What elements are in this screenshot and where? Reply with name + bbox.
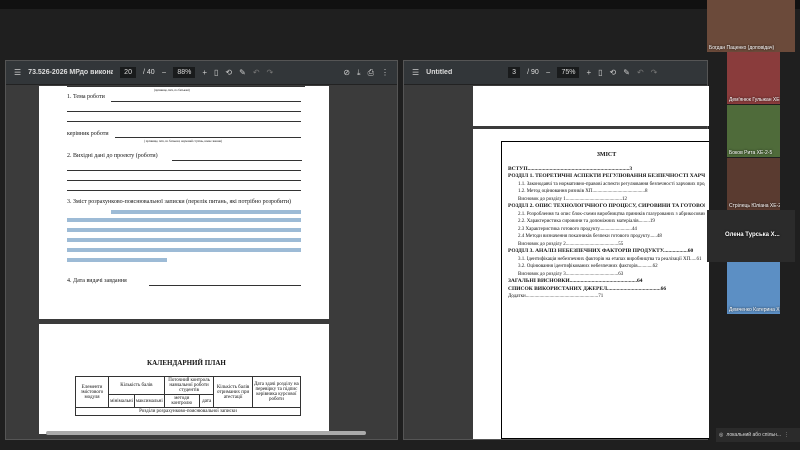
right-pdf-viewer: ☰ Untitled 3 / 90 − 75% + ▯ ⟲ ✎ ↶ ↷ ЗМІСТ… [403,60,709,440]
topic-label: 1. Тема роботи [67,94,105,100]
fit-page-icon[interactable]: ▯ [598,68,602,77]
toc-frame: ЗМІСТ ВСТУП.............................… [501,141,709,439]
undo-icon[interactable]: ↶ [253,68,260,77]
page-count: / 40 [142,69,155,76]
toc-entry: РОЗДІЛ 1. ТЕОРЕТИЧНІ АСПЕКТИ РЕГУЛЮВАННЯ… [508,173,705,179]
toc-entry: 2.3 Характеристика готового продукту....… [518,226,637,232]
left-pdf-viewer: ☰ 73.526-2026 МРдо викона... 20 / 40 − 88… [5,60,398,440]
viewer-toolbar: ☰ Untitled 3 / 90 − 75% + ▯ ⟲ ✎ ↶ ↷ [404,61,707,85]
zoom-in-icon[interactable]: + [202,68,207,77]
redo-icon[interactable]: ↷ [267,68,274,77]
download-icon[interactable]: ⤓ [357,68,361,78]
fit-page-icon[interactable]: ▯ [214,68,218,77]
participant-name: Дем'янюк Гульжан XE-2-5 [729,97,780,103]
top-bar [0,0,800,9]
pdf-page: КАЛЕНДАРНИЙ ПЛАН Елементи змістового мод… [39,324,329,434]
page-input[interactable]: 20 [120,67,136,78]
participant-tile[interactable]: Богдан Паценко (доповідач) [707,0,795,52]
participant-tile[interactable]: Боков Рита XE-2-5 [727,105,780,157]
toc-entry: РОЗДІЛ 3. АНАЛІЗ НЕБЕЗПЕЧНИХ ФАКТОРІВ ПР… [508,248,694,254]
annotate-icon[interactable]: ✎ [623,68,630,77]
zoom-out-icon[interactable]: − [162,68,167,77]
share-status-text: локальний або спільн... [726,432,782,438]
annotate-icon[interactable]: ✎ [239,68,246,77]
globe-icon: ◎ [719,432,724,438]
horizontal-scrollbar[interactable] [46,431,366,435]
toc-entry: 1.2. Метод оцінювання ризиків ХП........… [518,189,648,194]
redo-icon[interactable]: ↷ [651,68,658,77]
toc-entry: 3.1. Ідентифікація небезпечних факторів … [518,256,702,262]
save-annotations-icon[interactable]: ⊘ [343,68,350,77]
toc-entry: 1.1. Законодавчі та нормативно-правові а… [518,181,705,187]
undo-icon[interactable]: ↶ [637,68,644,77]
supervisor-note: ( прізвище, ім'я, по батькові, науковий … [144,139,222,143]
page-count: / 90 [527,69,539,76]
participant-tile[interactable]: Олена Турська X... [707,210,795,262]
toc-entry: РОЗДІЛ 2. ОПИС ТЕХНОЛОГІЧНОГО ПРОЦЕСУ, С… [508,203,705,209]
date-label: 4. Дата видачі завдання [67,278,127,284]
pdf-page-toc: ЗМІСТ ВСТУП.............................… [473,129,709,439]
toc-entry: Висновок до розділу 1...................… [518,196,628,202]
toc-entry: Висновок до розділу 2...................… [518,241,624,247]
toc-entry: 3.2. Оцінювання ідентифікованих небезпеч… [518,264,658,269]
header-note: (прізвище, ім'я, по батькові) [154,88,190,92]
zoom-input[interactable]: 75% [557,67,580,78]
document-title: Untitled [426,69,453,76]
toc-entry: 2.1. Розроблення та опис блок-схеми виро… [518,211,705,217]
calendar-plan-table: Елементи змістового модуля Кількість балі… [74,376,302,416]
document-title: 73.526-2026 МРдо викона... [28,69,114,76]
participant-name: Боков Рита XE-2-5 [729,150,773,156]
content-label: 3. Зміст розрахунково-пояснювальної запи… [67,199,292,205]
pdf-page: (прізвище, ім'я, по батькові) 1. Тема ро… [39,86,329,319]
page-input[interactable]: 3 [508,67,521,78]
zoom-in-icon[interactable]: + [586,68,591,77]
share-status-bar[interactable]: ◎ локальний або спільн... ⋮ [716,428,800,442]
rotate-icon[interactable]: ⟲ [610,68,617,77]
rotate-icon[interactable]: ⟲ [225,68,232,77]
toc-entry: Додатки.................................… [508,294,604,299]
plan-title: КАЛЕНДАРНИЙ ПЛАН [147,359,226,367]
toc-entry: 2.4 Методи визначення показників безпеки… [518,234,662,239]
pdf-page [473,86,709,126]
supervisor-label: керівник роботи [67,131,109,137]
input-data-label: 2. Вихідні дані до проекту (роботи) [67,153,158,159]
more-icon[interactable]: ⋮ [381,68,389,77]
participant-tile[interactable]: Демченко Катерина XE-2-5 [727,262,780,314]
zoom-input[interactable]: 88% [173,67,196,78]
zoom-out-icon[interactable]: − [546,68,551,77]
participant-name: Демченко Катерина XE-2-5 [729,307,780,313]
toc-entry: 2.2. Характеристика сировини та допоміжн… [518,219,655,224]
participant-name: Олена Турська X... [725,232,780,238]
participant-tile[interactable]: Стрілець Юліана XE-2-5 [727,158,780,210]
toc-entry: СПИСОК ВИКОРИСТАНИХ ДЖЕРЕЛ..............… [508,285,667,292]
toc-title: ЗМІСТ [596,152,617,158]
viewer-toolbar: ☰ 73.526-2026 МРдо викона... 20 / 40 − 88… [6,61,397,85]
toc-entry: ЗАГАЛЬНІ ВИСНОВКИ.......................… [508,278,643,284]
toc-entry: Висновок до розділу 3...................… [518,271,624,277]
participant-name: Стрілець Юліана XE-2-5 [729,203,780,209]
menu-icon[interactable]: ☰ [412,68,419,77]
toc-entry: ВСТУП...................................… [508,165,633,172]
more-icon[interactable]: ⋮ [784,432,789,438]
participant-tile[interactable]: Дем'янюк Гульжан XE-2-5 [727,52,780,104]
participant-name: Богдан Паценко (доповідач) [709,45,775,51]
print-icon[interactable]: ⎙ [368,68,374,78]
menu-icon[interactable]: ☰ [14,68,21,77]
